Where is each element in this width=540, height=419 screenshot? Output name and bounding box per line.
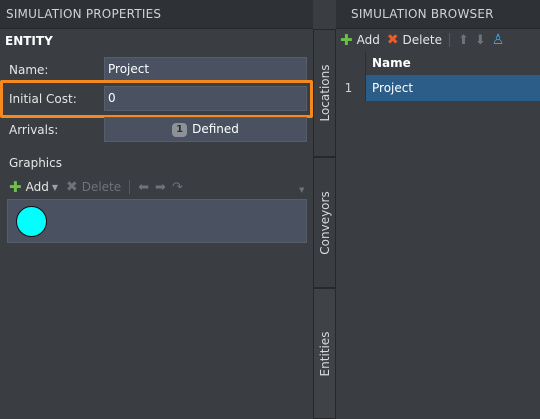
scroll-down-icon[interactable]: ▼	[299, 186, 304, 194]
plus-icon: ✚	[9, 178, 22, 196]
arrivals-label: Arrivals:	[9, 123, 59, 137]
arrivals-count-badge: 1	[172, 123, 188, 137]
browser-grid: Name 1 Project	[336, 52, 540, 101]
chevron-down-icon: ▼	[51, 182, 58, 192]
simulation-browser-panel: SIMULATION BROWSER ✚ Add ✖ Delete ⬆ ⬇ ♙ …	[336, 0, 540, 419]
graphics-delete-button[interactable]: ✖ Delete	[66, 179, 121, 195]
browser-delete-label: Delete	[402, 33, 442, 47]
column-header-name[interactable]: Name	[366, 52, 411, 75]
entity-graphic-circle[interactable]	[16, 206, 47, 237]
arrivals-row: Arrivals: 1 Defined	[0, 117, 313, 143]
tab-locations[interactable]: Locations	[313, 29, 336, 157]
arrivals-button[interactable]: 1 Defined	[104, 117, 307, 142]
tab-conveyors-label: Conveyors	[317, 190, 332, 255]
tab-locations-label: Locations	[317, 64, 332, 122]
tab-conveyors[interactable]: Conveyors	[313, 157, 336, 288]
properties-panel-title: SIMULATION PROPERTIES	[0, 0, 313, 29]
grid-header: Name	[336, 52, 540, 75]
entity-section-heading: ENTITY	[5, 34, 53, 48]
browser-toolbar: ✚ Add ✖ Delete ⬆ ⬇ ♙	[340, 31, 504, 49]
user-search-icon[interactable]: ♙	[492, 32, 505, 48]
name-field[interactable]: Project	[104, 57, 307, 82]
toolbar-divider	[129, 180, 131, 194]
delete-icon: ✖	[65, 179, 78, 195]
arrivals-text: Defined	[192, 122, 239, 136]
simulation-properties-panel: SIMULATION PROPERTIES ENTITY Name: Proje…	[0, 0, 313, 419]
name-label: Name:	[9, 63, 49, 77]
browser-add-label: Add	[356, 33, 380, 47]
row-number: 1	[336, 75, 366, 101]
graphics-add-button[interactable]: ✚ Add ▼	[9, 178, 58, 196]
initial-cost-field[interactable]: 0	[104, 86, 307, 111]
graphics-toolbar: ✚ Add ▼ ✖ Delete ⬅ ➡ ↷	[9, 178, 189, 196]
name-row: Name: Project	[0, 57, 313, 83]
arrow-down-icon[interactable]: ⬇	[475, 33, 486, 48]
graphics-label: Graphics	[9, 156, 62, 170]
initial-cost-row: Initial Cost: 0	[0, 86, 313, 112]
arrow-right-icon[interactable]: ➡	[155, 180, 166, 195]
tab-entities-label: Entities	[317, 331, 332, 376]
vertical-tab-strip: Locations Conveyors Entities	[313, 0, 336, 419]
tab-entities[interactable]: Entities	[313, 288, 336, 419]
initial-cost-label: Initial Cost:	[9, 92, 77, 106]
grid-corner	[336, 52, 366, 75]
browser-delete-button[interactable]: ✖ Delete	[387, 32, 442, 48]
redo-icon[interactable]: ↷	[172, 180, 183, 195]
graphics-add-label: Add	[25, 180, 49, 194]
toolbar-divider	[448, 33, 450, 47]
table-row[interactable]: 1 Project	[336, 75, 540, 101]
arrow-up-icon[interactable]: ⬆	[458, 33, 469, 48]
browser-add-button[interactable]: ✚ Add	[340, 31, 380, 49]
plus-icon: ✚	[340, 31, 353, 49]
delete-icon: ✖	[386, 32, 399, 48]
graphics-delete-label: Delete	[81, 180, 122, 194]
arrow-left-icon[interactable]: ⬅	[138, 180, 149, 195]
browser-panel-title: SIMULATION BROWSER	[336, 0, 540, 29]
row-name-cell[interactable]: Project	[366, 75, 540, 101]
graphics-list	[7, 199, 307, 243]
